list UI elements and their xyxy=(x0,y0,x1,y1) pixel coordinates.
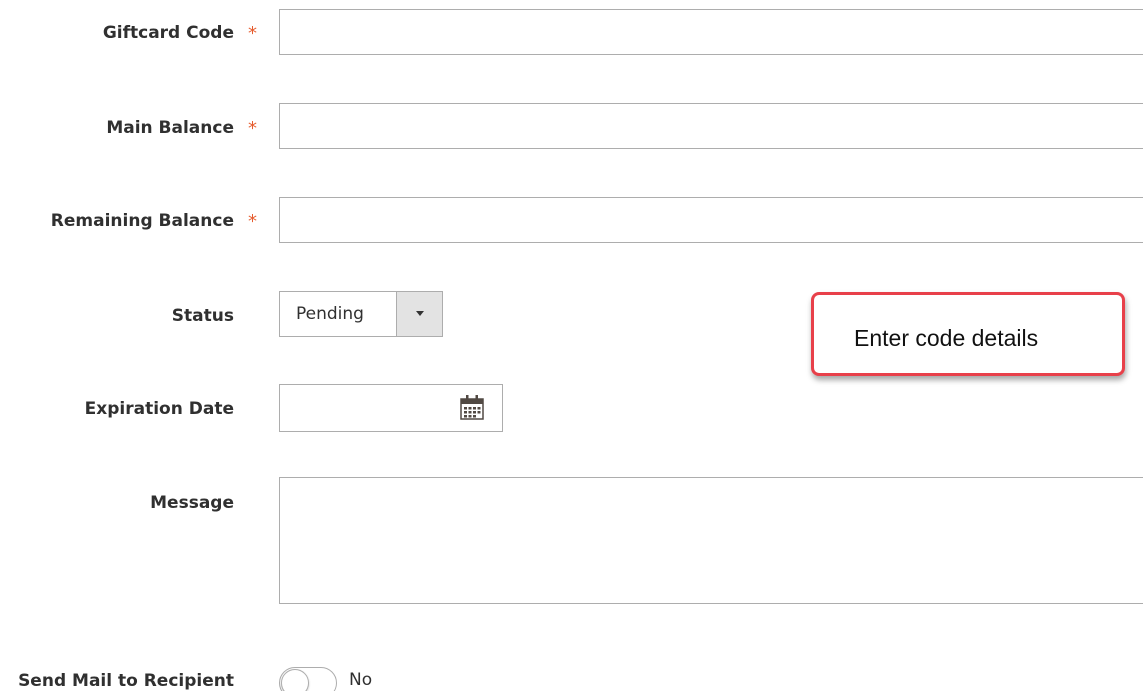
main-balance-label: Main Balance xyxy=(106,118,234,138)
giftcard-form-page: Giftcard Code * Main Balance * Remaining… xyxy=(0,0,1143,691)
expiration-date-input[interactable] xyxy=(280,385,450,431)
annotation-text: Enter code details xyxy=(854,325,1039,351)
status-select[interactable]: Pending xyxy=(279,291,443,337)
remaining-balance-required-mark: * xyxy=(248,211,257,232)
status-select-toggle[interactable] xyxy=(396,292,442,336)
chevron-down-icon xyxy=(415,311,424,316)
giftcard-code-label: Giftcard Code xyxy=(102,23,234,43)
calendar-icon[interactable] xyxy=(457,393,487,423)
remaining-balance-label: Remaining Balance xyxy=(50,211,234,231)
send-mail-state-text: No xyxy=(349,670,373,690)
send-mail-label: Send Mail to Recipient xyxy=(18,671,234,691)
message-label: Message xyxy=(150,493,234,513)
send-mail-toggle[interactable] xyxy=(279,667,337,691)
giftcard-code-required-mark: * xyxy=(248,23,257,44)
expiration-date-label: Expiration Date xyxy=(84,399,234,419)
message-textarea[interactable] xyxy=(279,477,1143,604)
remaining-balance-input[interactable] xyxy=(279,197,1143,243)
status-select-value: Pending xyxy=(296,304,364,324)
annotation-callout: Enter code details xyxy=(811,292,1125,376)
expiration-date-field xyxy=(279,384,503,432)
status-label: Status xyxy=(171,306,234,326)
main-balance-input[interactable] xyxy=(279,103,1143,149)
giftcard-code-input[interactable] xyxy=(279,9,1143,55)
toggle-knob xyxy=(281,669,309,691)
main-balance-required-mark: * xyxy=(248,118,257,139)
